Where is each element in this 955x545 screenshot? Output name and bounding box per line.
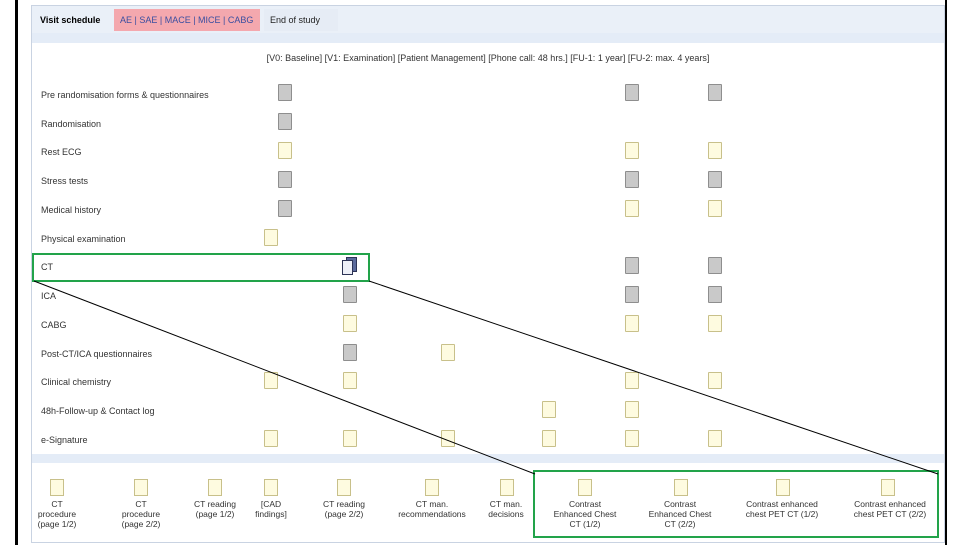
form-icon[interactable] (625, 257, 639, 274)
label-line: procedure (121, 509, 161, 519)
ct-procedure-2-icon[interactable] (134, 479, 148, 496)
contrast-forms-highlight (533, 470, 939, 538)
form-icon[interactable] (708, 200, 722, 217)
form-icon[interactable] (708, 372, 722, 389)
form-icon[interactable] (343, 286, 357, 303)
form-icon[interactable] (625, 286, 639, 303)
form-icon[interactable] (343, 372, 357, 389)
row-label-cabg: CABG (41, 320, 67, 330)
label-line: (page 2/2) (324, 509, 364, 519)
row-label-48h-follow-up: 48h-Follow-up & Contact log (41, 406, 155, 416)
label-line: CT reading (194, 499, 236, 509)
visit-header: [V0: Baseline] [V1: Examination] [Patien… (266, 53, 710, 63)
form-label-cad-findings[interactable]: [CAD findings] (251, 499, 291, 519)
form-label-ct-man-decisions[interactable]: CT man. decisions (482, 499, 530, 519)
form-icon[interactable] (625, 315, 639, 332)
tab-end-of-study[interactable]: End of study (264, 9, 338, 31)
tab-visit-schedule[interactable]: Visit schedule (34, 9, 111, 31)
form-icon[interactable] (708, 142, 722, 159)
form-icon[interactable] (264, 229, 278, 246)
row-label-pre-randomisation: Pre randomisation forms & questionnaires (41, 90, 209, 100)
form-icon[interactable] (625, 372, 639, 389)
form-icon[interactable] (542, 430, 556, 447)
form-icon[interactable] (441, 430, 455, 447)
label-line: CT (51, 499, 63, 509)
form-icon[interactable] (343, 344, 357, 361)
form-icon[interactable] (708, 257, 722, 274)
cad-findings-icon[interactable] (264, 479, 278, 496)
label-line: CT man. (489, 499, 523, 509)
form-icon[interactable] (625, 171, 639, 188)
form-icon[interactable] (708, 84, 722, 101)
tab-bar: Visit schedule AE | SAE | MACE | MICE | … (32, 6, 944, 33)
label-line: (page 2/2) (121, 519, 161, 529)
label-line: recommendations (398, 509, 466, 519)
form-icon[interactable] (625, 142, 639, 159)
form-icon[interactable] (708, 430, 722, 447)
label-line: [CAD (260, 499, 282, 509)
row-label-ica: ICA (41, 291, 57, 301)
row-label-medical-history: Medical history (41, 205, 102, 215)
form-icon[interactable] (708, 315, 722, 332)
label-line: decisions (488, 509, 524, 519)
form-icon[interactable] (625, 401, 639, 418)
form-label-ct-reading-1[interactable]: CT reading (page 1/2) (185, 499, 245, 519)
ct-man-recommendations-icon[interactable] (425, 479, 439, 496)
form-label-ct-procedure-1[interactable]: CT procedure (page 1/2) (35, 499, 79, 529)
label-line: CT man. (415, 499, 449, 509)
label-line: CT (135, 499, 147, 509)
form-icon[interactable] (278, 171, 292, 188)
form-icon[interactable] (343, 315, 357, 332)
form-icon[interactable] (343, 430, 357, 447)
label-line: (page 1/2) (37, 519, 77, 529)
form-icon[interactable] (264, 430, 278, 447)
form-icon[interactable] (625, 200, 639, 217)
label-line: procedure (37, 509, 77, 519)
ct-man-decisions-icon[interactable] (500, 479, 514, 496)
form-label-ct-man-recommendations[interactable]: CT man. recommendations (384, 499, 480, 519)
form-icon[interactable] (708, 171, 722, 188)
section-divider (32, 454, 944, 463)
form-icon[interactable] (441, 344, 455, 361)
row-label-post-ct-ica: Post-CT/ICA questionnaires (41, 349, 153, 359)
form-icon[interactable] (264, 372, 278, 389)
tab-subband (32, 33, 944, 43)
left-border (15, 0, 18, 545)
row-label-e-signature: e-Signature (41, 435, 88, 445)
ct-reading-2-icon[interactable] (337, 479, 351, 496)
tab-ae-sae[interactable]: AE | SAE | MACE | MICE | CABG (114, 9, 260, 31)
row-label-rest-ecg: Rest ECG (41, 147, 82, 157)
ct-row-highlight (32, 253, 370, 282)
right-border (945, 0, 947, 545)
form-icon[interactable] (708, 286, 722, 303)
form-label-ct-procedure-2[interactable]: CT procedure (page 2/2) (117, 499, 165, 529)
ct-procedure-1-icon[interactable] (50, 479, 64, 496)
form-icon[interactable] (542, 401, 556, 418)
label-line: (page 1/2) (195, 509, 235, 519)
form-icon[interactable] (278, 84, 292, 101)
row-label-clinical-chemistry: Clinical chemistry (41, 377, 112, 387)
row-label-randomisation: Randomisation (41, 119, 102, 129)
row-label-stress-tests: Stress tests (41, 176, 89, 186)
form-icon[interactable] (625, 430, 639, 447)
form-label-ct-reading-2[interactable]: CT reading (page 2/2) (314, 499, 374, 519)
row-label-physical-examination: Physical examination (41, 234, 126, 244)
ct-reading-1-icon[interactable] (208, 479, 222, 496)
form-icon[interactable] (625, 84, 639, 101)
form-icon[interactable] (278, 142, 292, 159)
form-icon[interactable] (278, 200, 292, 217)
form-icon[interactable] (278, 113, 292, 130)
label-line: CT reading (323, 499, 365, 509)
label-line: findings] (255, 509, 287, 519)
